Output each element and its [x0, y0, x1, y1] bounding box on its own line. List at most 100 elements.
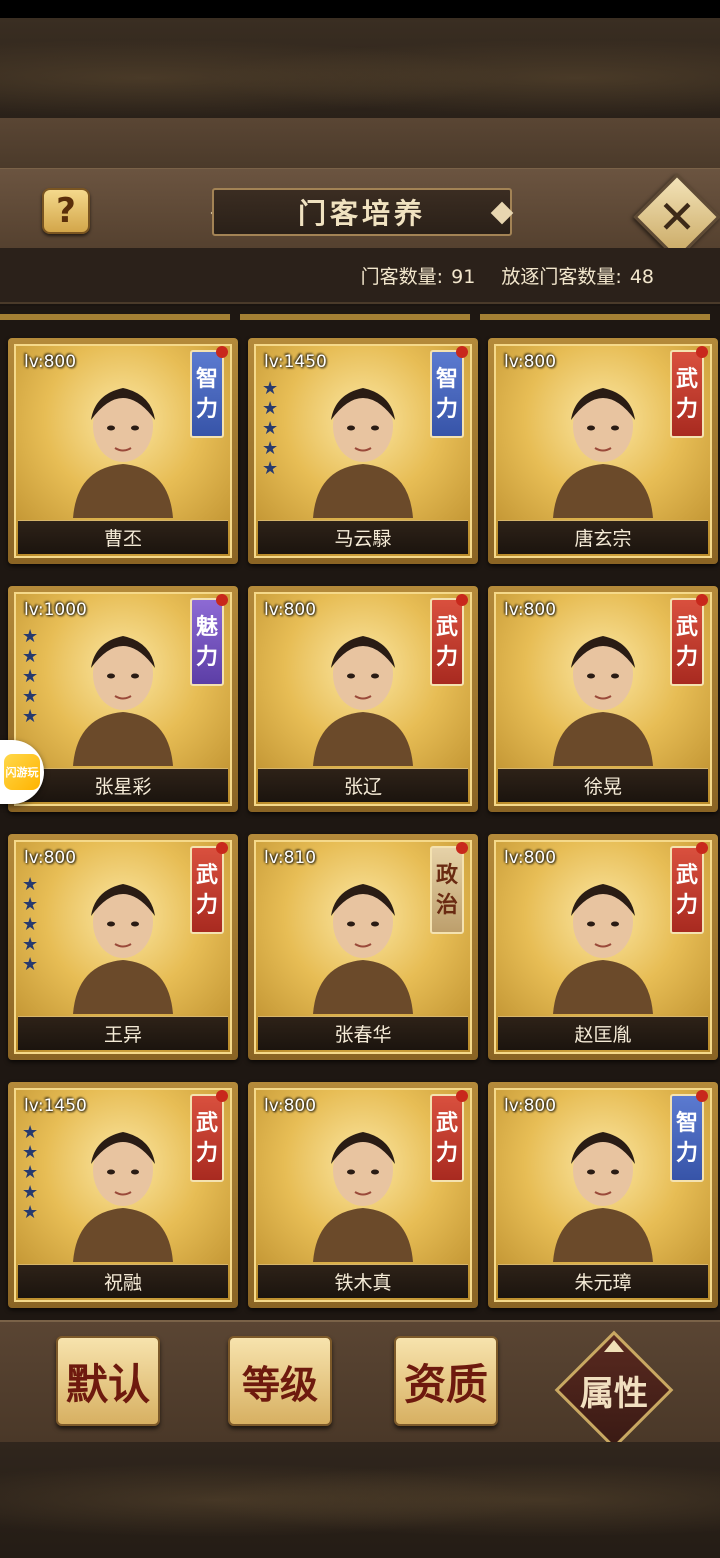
exiled-count-label: 放逐门客数量:: [501, 266, 622, 288]
retainer-level: lv:1450: [264, 352, 327, 372]
sort-attribute-label[interactable]: 属性: [558, 1360, 670, 1420]
retainer-card[interactable]: lv:800 智力曹丕: [8, 338, 238, 564]
retainer-level: lv:800: [504, 848, 557, 868]
sort-level-button[interactable]: 等级: [228, 1336, 332, 1426]
star-icon: ★: [22, 646, 39, 667]
star-icon: ★: [22, 626, 39, 647]
retainer-card[interactable]: lv:800 武力赵匡胤: [488, 834, 718, 1060]
attribute-tag: 武力: [670, 346, 708, 438]
retainer-name: 唐玄宗: [498, 520, 708, 554]
attribute-tag-top: 政: [435, 862, 458, 888]
attribute-tag: 武力: [670, 594, 708, 686]
attribute-tag-bottom: 力: [435, 396, 458, 422]
retainer-portrait: [553, 884, 653, 1014]
attribute-tag-bottom: 力: [195, 892, 218, 918]
star-icon: ★: [22, 874, 39, 895]
retainer-card[interactable]: lv:800 武力唐玄宗: [488, 338, 718, 564]
retainer-portrait: [553, 1132, 653, 1262]
star-rating: ★ ★ ★ ★ ★: [22, 628, 38, 726]
retainer-portrait: [553, 636, 653, 766]
retainer-level: lv:800: [504, 600, 557, 620]
attribute-tag-bottom: 治: [435, 892, 458, 918]
attribute-tag: 武力: [190, 1090, 228, 1182]
attribute-tag: 政治: [430, 842, 468, 934]
retainer-card[interactable]: lv:800 ★ ★ ★ ★ ★ 武力王异: [8, 834, 238, 1060]
attribute-tag: 武力: [430, 594, 468, 686]
retainer-card-frame: lv:800 智力曹丕: [14, 344, 232, 558]
retainer-level: lv:810: [264, 848, 317, 868]
retainer-portrait: [73, 388, 173, 518]
sort-default-button[interactable]: 默认: [56, 1336, 160, 1426]
attribute-tag-top: 武: [195, 1110, 218, 1136]
retainer-portrait: [73, 636, 173, 766]
retainer-level: lv:800: [24, 352, 77, 372]
star-icon: ★: [22, 666, 39, 687]
retainer-name: 曹丕: [18, 520, 228, 554]
page-title: 门客培养: [212, 188, 512, 236]
attribute-tag-bottom: 力: [195, 396, 218, 422]
header-band: [0, 118, 720, 168]
status-bar: [0, 0, 720, 18]
retainer-level: lv:800: [504, 1096, 557, 1116]
star-icon: ★: [262, 418, 279, 439]
retainer-card[interactable]: lv:800 武力张辽: [248, 586, 478, 812]
attribute-tag-bottom: 力: [435, 644, 458, 670]
retainer-name: 朱元璋: [498, 1264, 708, 1298]
retainer-portrait: [313, 884, 413, 1014]
retainer-card[interactable]: lv:800 武力铁木真: [248, 1082, 478, 1308]
star-rating: ★ ★ ★ ★ ★: [22, 1124, 38, 1222]
retainer-name: 张辽: [258, 768, 468, 802]
retainer-name: 王异: [18, 1016, 228, 1050]
star-icon: ★: [22, 914, 39, 935]
retainer-name: 马云騄: [258, 520, 468, 554]
attribute-tag-bottom: 力: [675, 1140, 698, 1166]
star-icon: ★: [22, 1162, 39, 1183]
attribute-tag: 魅力: [190, 594, 228, 686]
app-logo-icon: 闪游玩: [4, 754, 40, 790]
sort-aptitude-button[interactable]: 资质: [394, 1336, 498, 1426]
retainer-card-frame: lv:800 武力赵匡胤: [494, 840, 712, 1054]
retainer-name: 张星彩: [18, 768, 228, 802]
retainer-card[interactable]: lv:800 智力朱元璋: [488, 1082, 718, 1308]
retainer-card[interactable]: lv:800 武力徐晃: [488, 586, 718, 812]
attribute-tag-top: 魅: [195, 614, 218, 640]
retainer-name: 张春华: [258, 1016, 468, 1050]
star-icon: ★: [262, 458, 279, 479]
retainer-portrait: [313, 636, 413, 766]
retainer-level: lv:800: [24, 848, 77, 868]
retainer-card[interactable]: lv:810 政治张春华: [248, 834, 478, 1060]
retainer-portrait: [73, 1132, 173, 1262]
bottom-ornament: [0, 1442, 720, 1558]
retainer-count-label: 门客数量:: [360, 266, 444, 288]
exiled-count: 48: [629, 266, 654, 288]
attribute-tag-top: 武: [675, 862, 698, 888]
retainer-level: lv:800: [264, 600, 317, 620]
retainer-card[interactable]: lv:1450 ★ ★ ★ ★ ★ 智力马云騄: [248, 338, 478, 564]
attribute-tag: 智力: [670, 1090, 708, 1182]
star-icon: ★: [262, 378, 279, 399]
retainer-portrait: [73, 884, 173, 1014]
attribute-tag-top: 智: [675, 1110, 698, 1136]
attribute-tag-top: 武: [195, 862, 218, 888]
retainer-card-frame: lv:800 武力唐玄宗: [494, 344, 712, 558]
question-icon: ?: [56, 191, 76, 231]
retainer-name: 祝融: [18, 1264, 228, 1298]
star-icon: ★: [22, 894, 39, 915]
stats-summary: 门客数量: 91 放逐门客数量: 48: [359, 262, 654, 289]
close-icon[interactable]: ✕: [646, 186, 708, 248]
retainer-name: 徐晃: [498, 768, 708, 802]
attribute-tag: 武力: [190, 842, 228, 934]
attribute-tag-bottom: 力: [195, 644, 218, 670]
arrow-up-icon: [604, 1340, 624, 1352]
retainer-card-frame: lv:800 武力张辽: [254, 592, 472, 806]
attribute-tag-bottom: 力: [675, 644, 698, 670]
retainer-card[interactable]: lv:1450 ★ ★ ★ ★ ★ 武力祝融: [8, 1082, 238, 1308]
attribute-tag-bottom: 力: [675, 396, 698, 422]
star-icon: ★: [22, 706, 39, 727]
star-icon: ★: [22, 1182, 39, 1203]
retainer-count: 91: [451, 266, 476, 288]
retainer-card-frame: lv:810 政治张春华: [254, 840, 472, 1054]
attribute-tag-bottom: 力: [435, 1140, 458, 1166]
help-button[interactable]: ?: [42, 188, 90, 234]
attribute-tag: 武力: [670, 842, 708, 934]
